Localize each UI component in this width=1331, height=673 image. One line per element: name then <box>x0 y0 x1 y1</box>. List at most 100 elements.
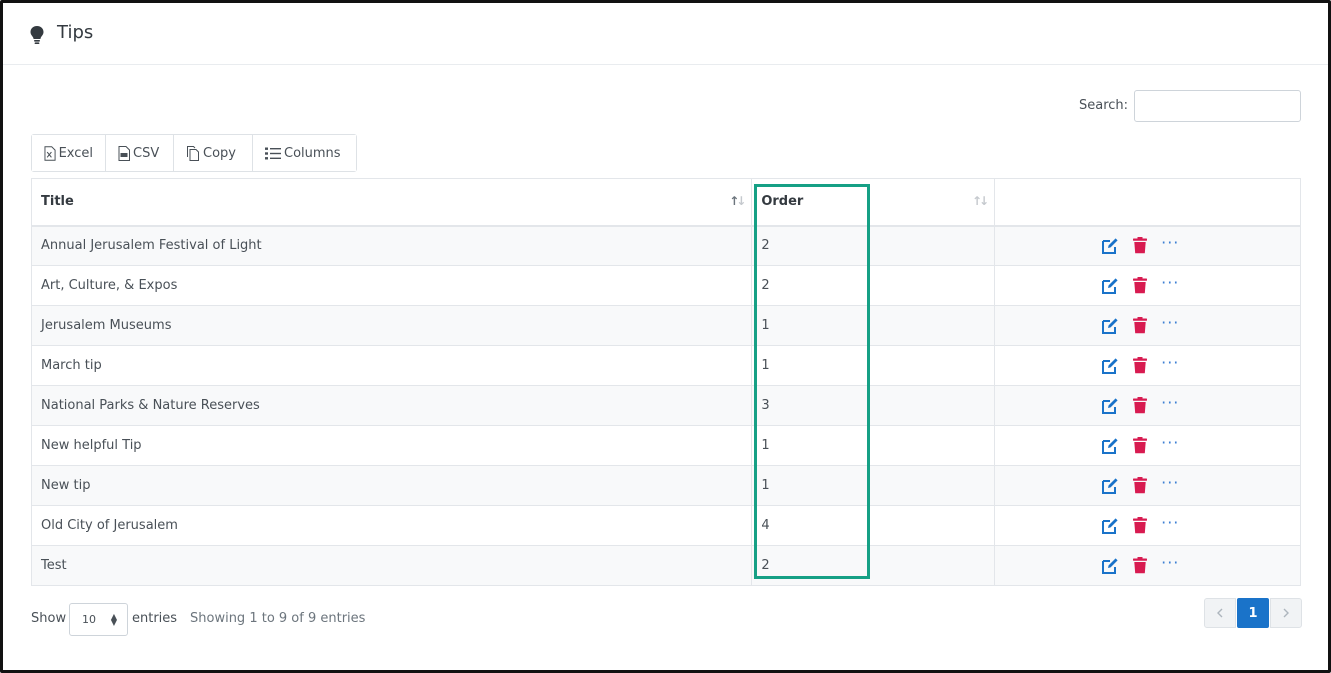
row-actions-group: ··· <box>1004 514 1291 535</box>
next-page-button[interactable] <box>1270 598 1302 628</box>
copy-button[interactable]: Copy <box>174 135 253 171</box>
row-actions-group: ··· <box>1004 394 1291 415</box>
search-input[interactable] <box>1134 90 1301 122</box>
delete-icon[interactable] <box>1133 517 1148 534</box>
sort-ascending-icon: ↑↓ <box>729 194 746 208</box>
list-icon <box>265 147 281 159</box>
column-header-order-label: Order <box>761 194 804 210</box>
more-options-icon[interactable]: ··· <box>1161 234 1179 250</box>
chevron-left-icon <box>1217 608 1223 618</box>
excel-button-label: Excel <box>58 145 93 161</box>
page-header: Tips <box>3 3 1328 65</box>
delete-icon[interactable] <box>1133 317 1148 334</box>
select-caret-icon: ▲ ▼ <box>110 612 117 627</box>
row-order: 2 <box>751 265 996 306</box>
edit-icon[interactable] <box>1101 317 1119 335</box>
row-title: Test <box>30 545 753 586</box>
table-row: Jerusalem Museums 1 ··· <box>30 305 1301 346</box>
delete-icon[interactable] <box>1133 277 1148 294</box>
edit-icon[interactable] <box>1101 437 1119 455</box>
edit-icon[interactable] <box>1101 277 1119 295</box>
more-options-icon[interactable]: ··· <box>1161 554 1179 570</box>
excel-button[interactable]: Excel <box>32 135 106 171</box>
row-order: 1 <box>751 305 996 346</box>
columns-button[interactable]: Columns <box>253 135 356 171</box>
row-title: New tip <box>30 465 753 506</box>
row-actions: ··· <box>994 425 1301 466</box>
tips-table: Title ↑↓ Order ↑↓ Annual Jerusalem Festi… <box>30 178 1301 586</box>
row-title: Jerusalem Museums <box>30 305 753 346</box>
more-options-icon[interactable]: ··· <box>1161 394 1179 410</box>
table-info: Showing 1 to 9 of 9 entries <box>190 611 366 626</box>
column-header-title[interactable]: Title ↑↓ <box>30 178 753 227</box>
previous-page-button[interactable] <box>1204 598 1236 628</box>
row-order: 4 <box>751 505 996 546</box>
table-row: National Parks & Nature Reserves 3 ··· <box>30 385 1301 426</box>
row-order: 1 <box>751 465 996 506</box>
pagination: 1 <box>1204 598 1302 628</box>
row-actions: ··· <box>994 545 1301 586</box>
more-options-icon[interactable]: ··· <box>1161 474 1179 490</box>
page-length-value: 10 <box>82 613 96 626</box>
table-row: Annual Jerusalem Festival of Light 2 ··· <box>30 225 1301 266</box>
excel-file-icon <box>44 145 56 161</box>
delete-icon[interactable] <box>1133 237 1148 254</box>
row-actions-group: ··· <box>1004 274 1291 295</box>
row-actions: ··· <box>994 265 1301 306</box>
row-order: 2 <box>751 225 996 266</box>
delete-icon[interactable] <box>1133 437 1148 454</box>
more-options-icon[interactable]: ··· <box>1161 434 1179 450</box>
more-options-icon[interactable]: ··· <box>1161 314 1179 330</box>
table-row: New tip 1 ··· <box>30 465 1301 506</box>
row-title: Annual Jerusalem Festival of Light <box>30 225 753 266</box>
column-header-title-label: Title <box>41 194 74 210</box>
row-actions-group: ··· <box>1004 554 1291 575</box>
row-actions: ··· <box>994 225 1301 266</box>
row-actions: ··· <box>994 385 1301 426</box>
edit-icon[interactable] <box>1101 517 1119 535</box>
page-button-1[interactable]: 1 <box>1237 598 1269 628</box>
delete-icon[interactable] <box>1133 557 1148 574</box>
row-title: Art, Culture, & Expos <box>30 265 753 306</box>
edit-icon[interactable] <box>1101 397 1119 415</box>
row-title: New helpful Tip <box>30 425 753 466</box>
column-header-actions <box>994 178 1301 227</box>
delete-icon[interactable] <box>1133 397 1148 414</box>
csv-file-icon <box>118 145 130 161</box>
edit-icon[interactable] <box>1101 477 1119 495</box>
page-length-select[interactable]: 10 ▲ ▼ <box>69 603 128 636</box>
table-row: March tip 1 ··· <box>30 345 1301 386</box>
row-actions-group: ··· <box>1004 474 1291 495</box>
row-title: March tip <box>30 345 753 386</box>
table-row: New helpful Tip 1 ··· <box>30 425 1301 466</box>
lightbulb-icon <box>30 26 44 44</box>
csv-button[interactable]: CSV <box>106 135 174 171</box>
row-actions: ··· <box>994 345 1301 386</box>
row-actions-group: ··· <box>1004 314 1291 335</box>
copy-button-label: Copy <box>203 145 236 161</box>
row-order: 3 <box>751 385 996 426</box>
more-options-icon[interactable]: ··· <box>1161 274 1179 290</box>
page: Tips Search: Excel CSV Copy Columns Titl… <box>3 3 1328 670</box>
edit-icon[interactable] <box>1101 357 1119 375</box>
columns-button-label: Columns <box>284 145 341 161</box>
column-header-order[interactable]: Order ↑↓ <box>751 178 996 227</box>
page-title: Tips <box>57 22 94 43</box>
edit-icon[interactable] <box>1101 557 1119 575</box>
export-button-group: Excel CSV Copy Columns <box>31 134 357 172</box>
row-order: 1 <box>751 425 996 466</box>
delete-icon[interactable] <box>1133 357 1148 374</box>
row-actions: ··· <box>994 305 1301 346</box>
row-order: 2 <box>751 545 996 586</box>
row-title: Old City of Jerusalem <box>30 505 753 546</box>
row-order: 1 <box>751 345 996 386</box>
edit-icon[interactable] <box>1101 237 1119 255</box>
table-row: Old City of Jerusalem 4 ··· <box>30 505 1301 546</box>
delete-icon[interactable] <box>1133 477 1148 494</box>
more-options-icon[interactable]: ··· <box>1161 354 1179 370</box>
table-row: Art, Culture, & Expos 2 ··· <box>30 265 1301 306</box>
copy-icon <box>187 145 199 161</box>
more-options-icon[interactable]: ··· <box>1161 514 1179 530</box>
table-row: Test 2 ··· <box>30 545 1301 586</box>
show-label: Show <box>31 611 67 626</box>
